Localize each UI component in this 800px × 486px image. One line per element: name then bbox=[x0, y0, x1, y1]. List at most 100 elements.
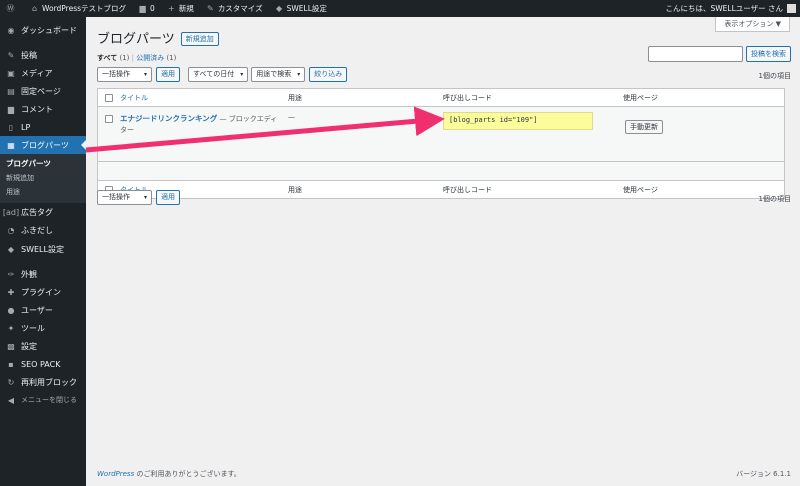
sidebar-item-label: コメント bbox=[21, 104, 53, 114]
bulk-action-select[interactable]: 一括操作 ▾ bbox=[97, 67, 153, 82]
customize-link[interactable]: ✎ カスタマイズ bbox=[200, 0, 269, 17]
sidebar-item-13[interactable]: ● ユーザー bbox=[0, 301, 86, 319]
avatar bbox=[787, 4, 796, 13]
sidebar-item-1[interactable]: ◉ ダッシュボード bbox=[0, 21, 86, 39]
apply-button[interactable]: 適用 bbox=[156, 67, 181, 82]
chevron-down-icon: ▾ bbox=[144, 194, 148, 201]
apply-button-bottom[interactable]: 適用 bbox=[156, 190, 181, 205]
ad-tag-icon: [ad] bbox=[2, 207, 20, 217]
sidebar-item-label: メニューを閉じる bbox=[21, 396, 77, 404]
sidebar-item-15[interactable]: ▩ 設定 bbox=[0, 337, 86, 355]
chevron-down-icon: ▾ bbox=[240, 71, 244, 78]
sidebar-item-label: 固定ページ bbox=[21, 86, 61, 96]
sidebar-item-label: ふきだし bbox=[21, 225, 53, 235]
sidebar-item-label: 外観 bbox=[21, 269, 37, 279]
use-filter-select[interactable]: 用途で検索 ▾ bbox=[251, 67, 306, 82]
sidebar-item-16[interactable]: ▪ SEO PACK bbox=[0, 355, 86, 373]
admin-menu: ◉ ダッシュボード ✎ 投稿 ▣ メディア ▤ 固定ページ ▆ コメント ▯ LP ▦ ブログパーツ ブログ… bbox=[0, 17, 86, 486]
comment-icon: ▆ bbox=[139, 4, 146, 13]
swell-label: SWELL設定 bbox=[286, 4, 327, 13]
add-new-button[interactable]: 新規追加 bbox=[180, 31, 219, 46]
blog-parts-icon: ▦ bbox=[7, 140, 15, 150]
manual-update-button[interactable]: 手動更新 bbox=[625, 120, 663, 134]
media-icon: ▣ bbox=[7, 68, 15, 78]
page-title: ブログパーツ bbox=[97, 32, 175, 47]
sidebar-item-label: プラグイン bbox=[21, 287, 61, 297]
sidebar-item-label: メディア bbox=[21, 68, 53, 78]
search-input[interactable] bbox=[648, 46, 743, 62]
reusable-block-icon: ↻ bbox=[7, 377, 15, 387]
date-filter-value: すべての日付 bbox=[193, 70, 235, 78]
comments-link[interactable]: ▆ 0 bbox=[132, 0, 161, 17]
chevron-down-icon: ▾ bbox=[144, 71, 148, 78]
sidebar-item-8[interactable]: [ad] 広告タグ bbox=[0, 203, 86, 221]
my-account[interactable]: こんにちは、SWELLユーザー さん bbox=[659, 0, 800, 17]
sidebar-item-10[interactable]: ◆ SWELL設定 bbox=[0, 240, 86, 258]
submenu-item-1[interactable]: ブログパーツ bbox=[0, 157, 86, 171]
wp-logo[interactable]: Ⓦ bbox=[0, 0, 24, 17]
submenu: ブログパーツ 新規追加 用途 bbox=[0, 154, 86, 203]
select-all-checkbox[interactable] bbox=[105, 93, 113, 102]
site-name[interactable]: ⌂ WordPressテストブログ bbox=[24, 0, 132, 17]
chevron-down-icon: ▾ bbox=[297, 71, 301, 78]
sidebar-item-18[interactable]: ◀ メニューを閉じる bbox=[0, 391, 86, 409]
posts-table: タイトル 用途 呼び出しコード 使用ページ エナジードリンクランキング — ブロ… bbox=[97, 88, 785, 199]
sidebar-item-label: SWELL設定 bbox=[21, 244, 64, 254]
submenu-item-3[interactable]: 用途 bbox=[0, 185, 86, 199]
submenu-item-2[interactable]: 新規追加 bbox=[0, 171, 86, 185]
bulk-action-value: 一括操作 bbox=[102, 70, 130, 78]
user-icon: ● bbox=[7, 305, 15, 315]
bulk-action-select-bottom[interactable]: 一括操作 ▾ bbox=[97, 190, 153, 205]
sidebar-item-label: SEO PACK bbox=[21, 359, 61, 369]
footer-thanks: WordPress のご利用ありがとうございます。 bbox=[97, 469, 241, 479]
shortcode-box[interactable]: [blog_parts id="109"] bbox=[438, 109, 598, 133]
comment-icon: ▆ bbox=[7, 104, 15, 114]
main-content: ブログパーツ 新規追加 表示オプション ▼ すべて (1) | 公開済み (1)… bbox=[86, 17, 800, 486]
sidebar-item-9[interactable]: ◔ ふきだし bbox=[0, 221, 86, 239]
wordpress-link[interactable]: WordPress bbox=[97, 470, 134, 478]
page-icon: ▤ bbox=[7, 86, 15, 96]
comments-count: 0 bbox=[150, 4, 155, 13]
items-count-bottom: 1個の項目 bbox=[758, 195, 791, 203]
row-checkbox[interactable] bbox=[105, 115, 113, 123]
col-shortcode: 呼び出しコード bbox=[443, 93, 492, 102]
footer-version: バージョン 6.1.1 bbox=[736, 470, 791, 478]
filter-button[interactable]: 絞り込み bbox=[309, 67, 348, 82]
search-button[interactable]: 投稿を検索 bbox=[746, 46, 791, 62]
sidebar-item-12[interactable]: ✚ プラグイン bbox=[0, 283, 86, 301]
filter-published[interactable]: 公開済み bbox=[136, 54, 164, 62]
sidebar-item-7[interactable]: ▦ ブログパーツ bbox=[0, 136, 86, 154]
col-pages: 使用ページ bbox=[623, 93, 658, 102]
row-title-link[interactable]: エナジードリンクランキング bbox=[120, 114, 217, 123]
sidebar-item-14[interactable]: ✦ ツール bbox=[0, 319, 86, 337]
site-name-label: WordPressテストブログ bbox=[42, 4, 127, 13]
tool-icon: ✦ bbox=[7, 323, 15, 333]
seo-pack-icon: ▪ bbox=[8, 359, 14, 369]
sidebar-item-11[interactable]: ✑ 外観 bbox=[0, 265, 86, 283]
table-footer: タイトル 用途 呼び出しコード 使用ページ bbox=[98, 180, 784, 198]
screen-options-button[interactable]: 表示オプション ▼ bbox=[715, 17, 790, 32]
settings-icon: ▩ bbox=[7, 341, 15, 351]
sidebar-item-4[interactable]: ▤ 固定ページ bbox=[0, 82, 86, 100]
sidebar-item-label: 設定 bbox=[21, 341, 37, 351]
plugin-icon: ✚ bbox=[7, 287, 15, 297]
collapse-icon: ◀ bbox=[7, 395, 15, 405]
col-title-sort[interactable]: タイトル bbox=[120, 93, 288, 103]
sidebar-item-5[interactable]: ▆ コメント bbox=[0, 100, 86, 118]
swell-settings-link[interactable]: ◆ SWELL設定 bbox=[269, 0, 333, 17]
row-use: — bbox=[288, 113, 295, 121]
new-content[interactable]: + 新規 bbox=[161, 0, 200, 17]
sidebar-item-label: ブログパーツ bbox=[21, 140, 69, 150]
sidebar-item-label: 広告タグ bbox=[21, 207, 53, 217]
use-filter-value: 用途で検索 bbox=[256, 70, 292, 78]
col-use: 用途 bbox=[288, 93, 302, 102]
status-filter: すべて (1) | 公開済み (1) bbox=[97, 53, 176, 63]
date-filter-select[interactable]: すべての日付 ▾ bbox=[188, 67, 249, 82]
sidebar-item-6[interactable]: ▯ LP bbox=[0, 118, 86, 136]
sidebar-item-3[interactable]: ▣ メディア bbox=[0, 64, 86, 82]
sidebar-item-2[interactable]: ✎ 投稿 bbox=[0, 46, 86, 64]
col-shortcode-footer: 呼び出しコード bbox=[443, 185, 492, 194]
lp-icon: ▯ bbox=[8, 122, 14, 132]
filter-all[interactable]: すべて bbox=[97, 54, 117, 62]
sidebar-item-17[interactable]: ↻ 再利用ブロック bbox=[0, 373, 86, 391]
